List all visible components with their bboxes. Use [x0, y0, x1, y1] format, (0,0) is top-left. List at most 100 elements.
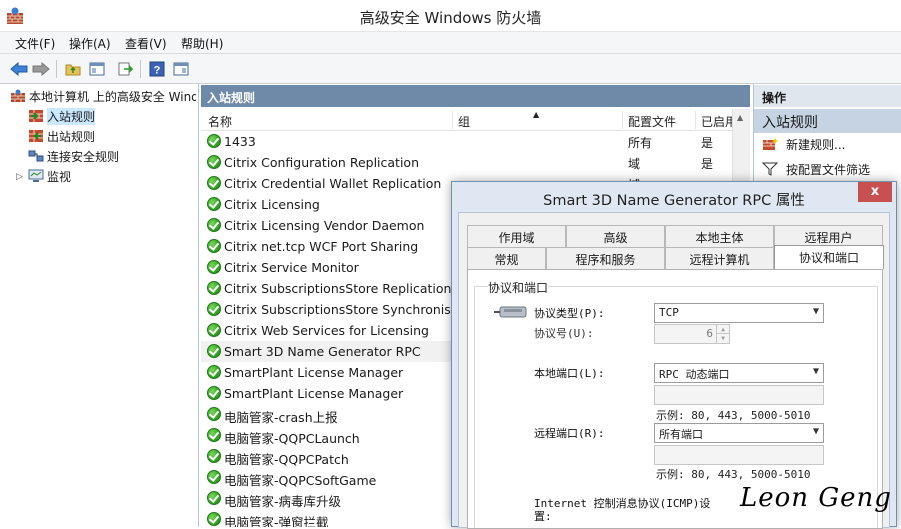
actions-title: 操作 — [754, 85, 901, 107]
rule-name: Citrix SubscriptionsStore Replication — [224, 281, 452, 296]
menu-action[interactable]: 操作(A) — [69, 35, 111, 52]
back-arrow-icon[interactable] — [8, 58, 30, 80]
spin-up-icon: ▲ — [716, 325, 729, 334]
dialog-title: Smart 3D Name Generator RPC 属性 — [543, 193, 805, 209]
column-header-profile[interactable]: 配置文件 — [628, 113, 676, 130]
rule-enabled-check-icon — [207, 407, 221, 421]
tree-item-label: 连接安全规则 — [47, 149, 120, 164]
properties-icon[interactable] — [170, 58, 192, 80]
scroll-up-icon[interactable]: ▲ — [737, 113, 743, 122]
chevron-down-icon: ▼ — [812, 426, 819, 437]
tree-item-inbound-rules[interactable]: 入站规则 — [28, 107, 96, 125]
rule-enabled-check-icon — [207, 323, 221, 337]
protocol-type-value: TCP — [659, 306, 679, 319]
rule-name: 电脑管家-病毒库升级 — [224, 494, 342, 509]
tree-root[interactable]: 本地计算机 上的高级安全 Windows 防火墙 — [10, 87, 196, 105]
svg-text:?: ? — [154, 65, 161, 77]
protocol-number-value: 6 — [706, 327, 713, 340]
rule-name: SmartPlant License Manager — [224, 365, 404, 380]
sort-arrow-icon: ▲ — [533, 110, 540, 119]
rule-enabled-check-icon — [207, 155, 221, 169]
rule-enabled-check-icon — [207, 365, 221, 379]
tree-root-label: 本地计算机 上的高级安全 Windows 防火墙 — [29, 89, 196, 104]
tree-item-outbound-rules[interactable]: 出站规则 — [28, 127, 95, 145]
inbound-rules-icon — [28, 109, 44, 123]
action-new-rule[interactable]: 新建规则... — [762, 135, 845, 153]
local-port-input — [654, 385, 824, 405]
menu-file[interactable]: 文件(F) — [15, 35, 55, 52]
tab-protocols-ports[interactable]: 协议和端口 — [774, 245, 884, 269]
rule-enabled-check-icon — [207, 239, 221, 253]
remote-port-select[interactable]: 所有端口 ▼ — [654, 423, 824, 443]
remote-port-input — [654, 445, 824, 465]
firewall-icon — [10, 89, 26, 103]
protocol-number-stepper: 6 ▲ ▼ — [654, 324, 730, 344]
filter-icon — [761, 162, 779, 176]
local-port-select[interactable]: RPC 动态端口 ▼ — [654, 363, 824, 383]
tree-item-connection-security-rules[interactable]: 连接安全规则 — [28, 147, 119, 165]
tab-local-principals[interactable]: 本地主体 — [665, 225, 774, 247]
monitor-icon — [28, 169, 44, 183]
tab-programs-services[interactable]: 程序和服务 — [546, 247, 665, 269]
rule-enabled-check-icon — [207, 218, 221, 232]
tab-scope[interactable]: 作用域 — [467, 225, 566, 247]
menu-bar: 文件(F) 操作(A) 查看(V) 帮助(H) — [0, 32, 901, 54]
forward-arrow-icon[interactable] — [30, 58, 52, 80]
toolbar: ? — [0, 54, 901, 84]
rule-name: 电脑管家-crash上报 — [224, 410, 338, 425]
remote-port-label: 远程端口(R): — [534, 427, 605, 440]
column-header-group[interactable]: 组 — [458, 113, 470, 130]
tab-remote-users[interactable]: 远程用户 — [774, 225, 883, 247]
rule-enabled: 是 — [701, 136, 714, 150]
rule-enabled-check-icon — [207, 302, 221, 316]
rule-name: Citrix Licensing — [224, 197, 320, 212]
new-rule-icon — [762, 137, 778, 151]
spin-down-icon: ▼ — [716, 334, 729, 343]
rule-name: 电脑管家-QQPCLaunch — [224, 431, 360, 446]
action-label: 新建规则... — [786, 137, 846, 152]
dialog-title-bar: Smart 3D Name Generator RPC 属性 x — [452, 182, 896, 212]
rule-name: Citrix Web Services for Licensing — [224, 323, 429, 338]
help-icon[interactable]: ? — [146, 58, 168, 80]
actions-section-inbound[interactable]: 入站规则 — [754, 109, 901, 133]
tree-item-label: 入站规则 — [47, 107, 96, 125]
rule-enabled: 是 — [701, 157, 714, 171]
table-row[interactable]: 1433 所有 是 — [201, 131, 750, 152]
navigation-tree: 本地计算机 上的高级安全 Windows 防火墙 入站规则 出站规则 连接安全规… — [0, 84, 199, 527]
tab-remote-computers[interactable]: 远程计算机 — [665, 247, 774, 269]
menu-view[interactable]: 查看(V) — [125, 35, 167, 52]
network-cable-icon — [492, 304, 530, 325]
properties-dialog: Smart 3D Name Generator RPC 属性 x 作用域 高级 … — [451, 181, 897, 529]
remote-port-example: 示例: 80, 443, 5000-5010 — [656, 468, 811, 481]
column-header-name[interactable]: 名称 — [208, 113, 232, 130]
chevron-down-icon: ▼ — [812, 306, 819, 317]
up-folder-icon[interactable] — [62, 58, 84, 80]
show-hide-tree-icon[interactable] — [86, 58, 108, 80]
rule-name: Citrix SubscriptionsStore Synchronisa... — [224, 302, 471, 317]
expand-arrow-icon[interactable]: ▷ — [16, 172, 23, 182]
protocol-type-select[interactable]: TCP ▼ — [654, 303, 824, 323]
rules-table-header: 名称 组 ▲ 配置文件 已启用 — [201, 109, 750, 131]
title-bar: 高级安全 Windows 防火墙 — [0, 0, 901, 32]
local-port-label: 本地端口(L): — [534, 367, 605, 380]
rule-enabled-check-icon — [207, 491, 221, 505]
local-port-value: RPC 动态端口 — [659, 368, 730, 381]
rule-enabled-check-icon — [207, 428, 221, 442]
protocol-number-label: 协议号(U): — [534, 327, 594, 340]
tree-item-monitoring[interactable]: 监视 — [28, 167, 71, 185]
rule-enabled-check-icon — [207, 197, 221, 211]
rule-name: 电脑管家-弹窗拦截 — [224, 515, 329, 527]
center-pane-title: 入站规则 — [201, 85, 750, 107]
protocol-type-label: 协议类型(P): — [534, 307, 605, 320]
tab-advanced[interactable]: 高级 — [566, 225, 665, 247]
menu-help[interactable]: 帮助(H) — [181, 35, 223, 52]
export-list-icon[interactable] — [115, 58, 137, 80]
action-filter-by-profile[interactable]: 按配置文件筛选 — [761, 160, 870, 178]
table-row[interactable]: Citrix Configuration Replication 域 是 — [201, 152, 750, 173]
close-button[interactable]: x — [858, 182, 892, 202]
tree-item-label: 出站规则 — [47, 129, 96, 144]
group-title: 协议和端口 — [488, 279, 549, 296]
rule-name: SmartPlant License Manager — [224, 386, 404, 401]
tab-general[interactable]: 常规 — [467, 247, 546, 269]
rule-name: Citrix Licensing Vendor Daemon — [224, 218, 425, 233]
